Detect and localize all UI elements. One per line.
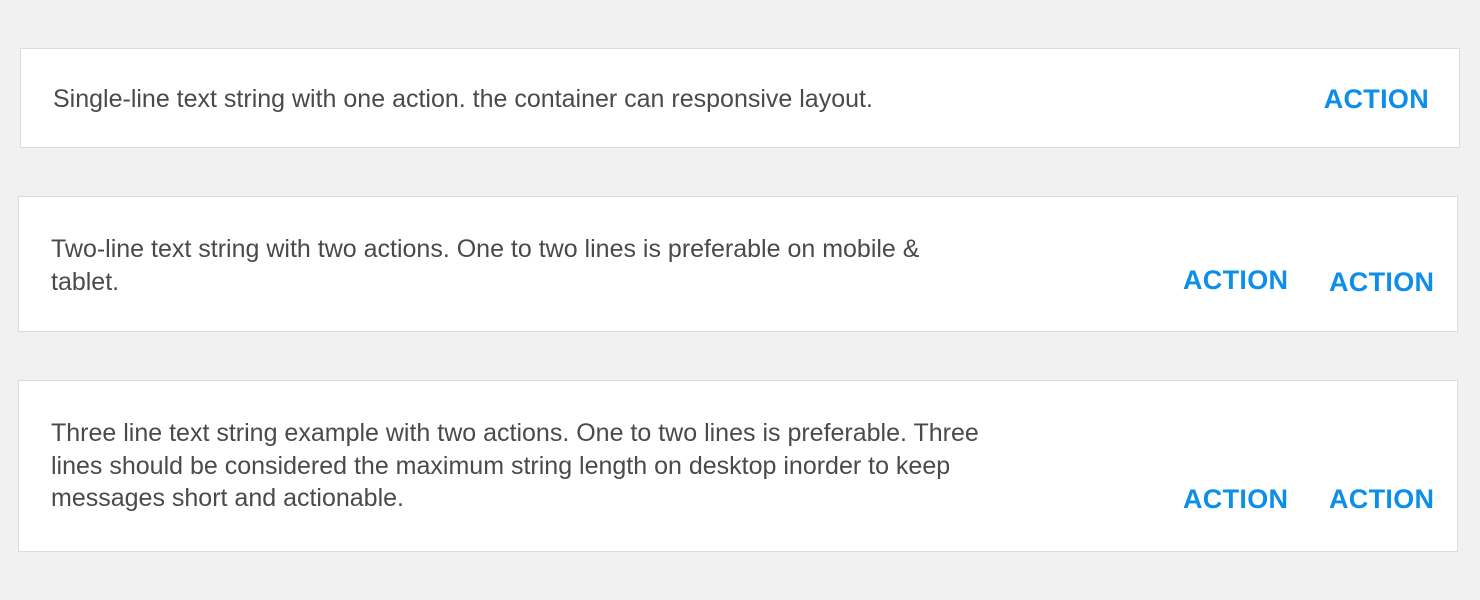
snackbar-message: Two-line text string with two actions. O… <box>51 235 920 296</box>
action-button[interactable]: ACTION <box>1329 483 1434 515</box>
action-button[interactable]: ACTION <box>1183 483 1288 515</box>
action-button[interactable]: ACTION <box>1324 83 1429 115</box>
snackbar-message: Single-line text string with one action.… <box>53 85 873 113</box>
action-button[interactable]: ACTION <box>1329 266 1434 298</box>
action-button[interactable]: ACTION <box>1183 264 1288 296</box>
snackbar-single-line: Single-line text string with one action.… <box>20 48 1460 148</box>
snackbar-two-line: Two-line text string with two actions. O… <box>18 196 1458 332</box>
snackbar-three-line: Three line text string example with two … <box>18 380 1458 552</box>
snackbar-message: Three line text string example with two … <box>51 419 979 512</box>
